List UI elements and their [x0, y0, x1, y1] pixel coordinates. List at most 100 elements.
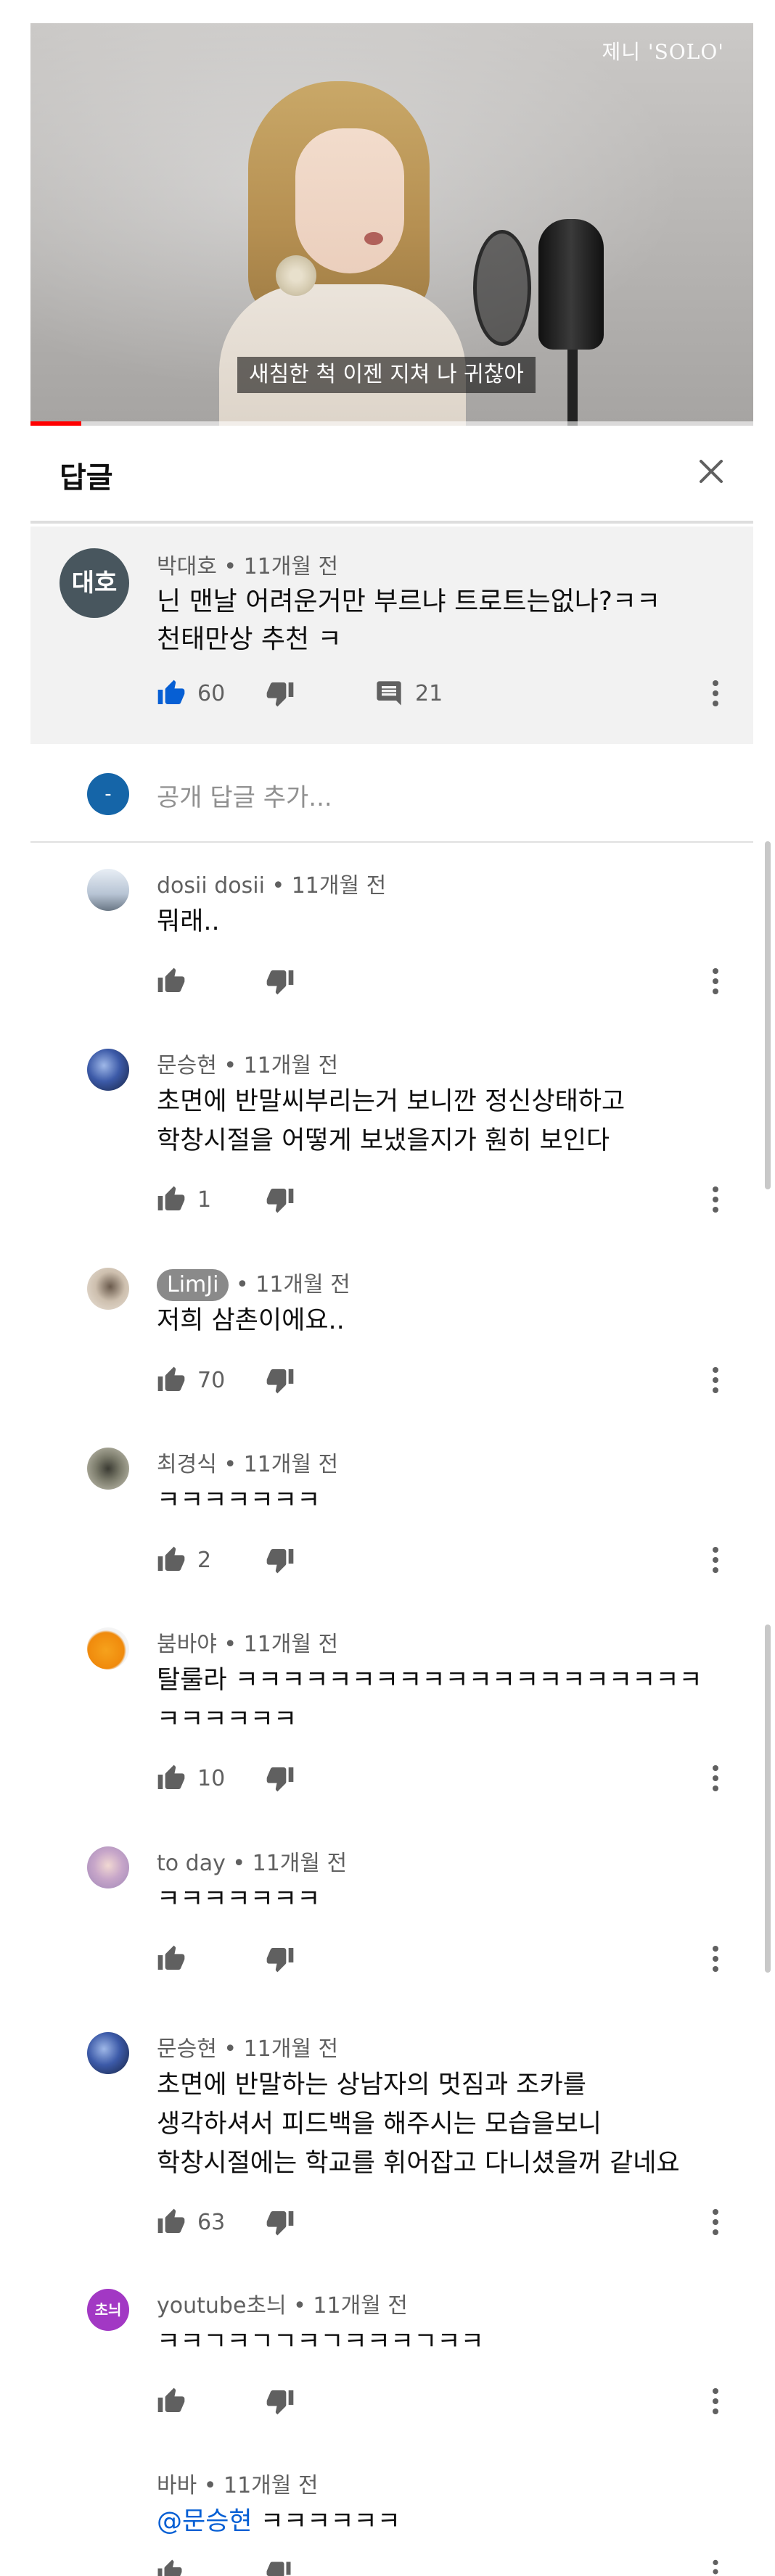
- video-progress-track[interactable]: [30, 421, 753, 426]
- more-vert-icon: [713, 968, 718, 994]
- view-replies-button[interactable]: 21: [374, 672, 443, 715]
- comment-text-line: 초면에 반말하는 상남자의 멋짐과 조카를: [157, 2071, 586, 2100]
- close-button[interactable]: [691, 451, 731, 492]
- comment-author[interactable]: dosii dosii: [157, 873, 265, 899]
- scrollbar-thumb[interactable]: [765, 841, 771, 1189]
- comment-author[interactable]: 문승현: [157, 2036, 217, 2062]
- comment-text-line: ㅋㅋㄱㅋㄱㄱㅋㄱㅋㅋㅋㄱㅋㅋ: [157, 2327, 484, 2356]
- thumb-up-icon: [157, 2387, 185, 2412]
- like-button[interactable]: [157, 2550, 194, 2576]
- comment-actions: [157, 1937, 730, 1981]
- more-options-button[interactable]: [701, 959, 730, 1003]
- meta-separator: •: [224, 554, 244, 579]
- dislike-button[interactable]: [266, 1358, 295, 1402]
- like-button[interactable]: 1: [157, 1178, 211, 1221]
- reply-item: 초늬 youtube초늬 • 11개월 전 ㅋㅋㄱㅋㄱㄱㅋㄱㅋㅋㅋㄱㅋㅋ: [30, 2280, 753, 2447]
- more-options-button[interactable]: [701, 672, 730, 715]
- more-options-button[interactable]: [701, 1178, 730, 1221]
- comment-meta: 바바 • 11개월 전: [157, 2473, 319, 2498]
- mention-link[interactable]: @문승현: [157, 2507, 253, 2536]
- more-options-button[interactable]: [701, 1756, 730, 1800]
- like-button[interactable]: 70: [157, 1358, 225, 1402]
- comment-time: 11개월 전: [243, 1053, 339, 1078]
- comment-author[interactable]: 붐바야: [157, 1632, 217, 1657]
- like-button[interactable]: 63: [157, 2200, 225, 2244]
- comment-text-line: 저희 삼촌이에요..: [157, 1306, 345, 1335]
- comment-text-line: 닌 맨날 어려운거만 부르냐 트로트는없나?ㅋㅋ: [157, 587, 661, 616]
- like-button[interactable]: [157, 2379, 197, 2423]
- comment-text-line: 초면에 반말씨부리는거 보니깐 정신상태하고: [157, 1087, 626, 1116]
- thumb-up-icon: [157, 967, 185, 992]
- dislike-button[interactable]: [266, 1937, 295, 1981]
- comment-author[interactable]: to day: [157, 1851, 226, 1876]
- dislike-button[interactable]: [266, 959, 295, 1003]
- dislike-button[interactable]: [266, 672, 295, 715]
- comment-text: 닌 맨날 어려운거만 부르냐 트로트는없나?ㅋㅋ 천태만상 추천 ㅋ: [157, 583, 708, 659]
- comment-text: ㅋㅋㄱㅋㄱㄱㅋㄱㅋㅋㅋㄱㅋㅋ: [157, 2322, 730, 2361]
- avatar[interactable]: [87, 1846, 129, 1888]
- comment-meta: to day • 11개월 전: [157, 1851, 348, 1876]
- comment-text-line: 천태만상 추천 ㅋ: [157, 624, 342, 654]
- dislike-button[interactable]: [266, 1538, 295, 1582]
- dislike-button[interactable]: [266, 1756, 295, 1800]
- comment-text-line: 학창시절을 어떻게 보냈을지가 훤히 보인다: [157, 1126, 610, 1155]
- like-button[interactable]: 2: [157, 1538, 211, 1582]
- replies-page: 제니 'SOLO' 새침한 척 이젠 지쳐 나 귀찮아 답글 대호 박대호 • …: [0, 0, 775, 2576]
- comment-author[interactable]: 문승현: [157, 1053, 217, 1078]
- parent-comment: 대호 박대호 • 11개월 전 닌 맨날 어려운거만 부르냐 트로트는없나?ㅋㅋ…: [30, 527, 753, 744]
- comment-text: ㅋㅋㅋㅋㅋㅋㅋ: [157, 1880, 730, 1919]
- more-options-button[interactable]: [701, 1538, 730, 1582]
- thumb-up-icon: [157, 2208, 185, 2233]
- more-options-button[interactable]: [701, 1358, 730, 1402]
- comment-meta: youtube초늬 • 11개월 전: [157, 2293, 408, 2319]
- thumb-down-icon: [266, 682, 294, 707]
- more-vert-icon: [713, 1186, 718, 1213]
- comment-meta: LimJi • 11개월 전: [157, 1266, 350, 1301]
- more-options-button[interactable]: [701, 2379, 730, 2423]
- avatar[interactable]: [87, 869, 129, 911]
- comment-actions: 63: [157, 2200, 730, 2244]
- comment-actions: 70: [157, 1358, 730, 1402]
- comment-time: 11개월 전: [291, 873, 387, 899]
- comment-author-chip[interactable]: LimJi: [157, 1269, 229, 1301]
- like-button[interactable]: [157, 959, 197, 1003]
- thumb-up-icon: [157, 1546, 185, 1571]
- comment-author[interactable]: youtube초늬: [157, 2293, 287, 2319]
- dislike-button[interactable]: [266, 2200, 295, 2244]
- comment-meta: 문승현 • 11개월 전: [157, 1053, 339, 1078]
- more-options-button[interactable]: [701, 2200, 730, 2244]
- comment-text-line: ㅋㅋㅋㅋㅋㅋ: [157, 1705, 298, 1734]
- comment-text: 저희 삼촌이에요..: [157, 1301, 730, 1340]
- add-reply-input[interactable]: 공개 답글 추가...: [157, 777, 332, 813]
- thumb-down-icon: [266, 1767, 294, 1792]
- avatar[interactable]: [87, 1268, 129, 1310]
- avatar[interactable]: 대호: [60, 548, 129, 618]
- comment-actions: [157, 2550, 730, 2576]
- comment-text: 초면에 반말하는 상남자의 멋짐과 조카를 생각하셔서 피드백을 해주시는 모습…: [157, 2065, 730, 2183]
- comment-text-line: 탈룰라 ㅋㅋㅋㅋㅋㅋㅋㅋㅋㅋㅋㅋㅋㅋㅋㅋㅋㅋㅋㅋ: [157, 1666, 702, 1695]
- video-watermark: 제니 'SOLO': [602, 40, 724, 64]
- scrollbar-thumb[interactable]: [765, 1625, 771, 1973]
- video-player[interactable]: 제니 'SOLO' 새침한 척 이젠 지쳐 나 귀찮아: [30, 23, 753, 426]
- reply-comment-icon: [377, 681, 401, 706]
- avatar[interactable]: [87, 1049, 129, 1091]
- avatar[interactable]: [87, 2032, 129, 2074]
- like-button[interactable]: 10: [157, 1756, 225, 1800]
- dislike-button[interactable]: [266, 1178, 295, 1221]
- dislike-button[interactable]: [266, 2379, 295, 2423]
- comment-author[interactable]: 최경식: [157, 1452, 217, 1477]
- comment-author[interactable]: 바바: [157, 2473, 197, 2498]
- comment-actions: [157, 959, 730, 1003]
- like-count: 63: [197, 2209, 226, 2235]
- avatar[interactable]: [87, 1448, 129, 1490]
- comment-time: 11개월 전: [243, 1632, 339, 1657]
- avatar[interactable]: [87, 1627, 129, 1669]
- more-options-button[interactable]: [701, 1937, 730, 1981]
- dislike-button[interactable]: [266, 2550, 292, 2576]
- comment-actions: 2: [157, 1538, 730, 1582]
- avatar[interactable]: 초늬: [87, 2289, 129, 2331]
- like-button[interactable]: 60: [157, 672, 225, 715]
- more-options-button[interactable]: [701, 2550, 730, 2576]
- comment-author[interactable]: 박대호: [157, 554, 217, 579]
- like-button[interactable]: [157, 1937, 197, 1981]
